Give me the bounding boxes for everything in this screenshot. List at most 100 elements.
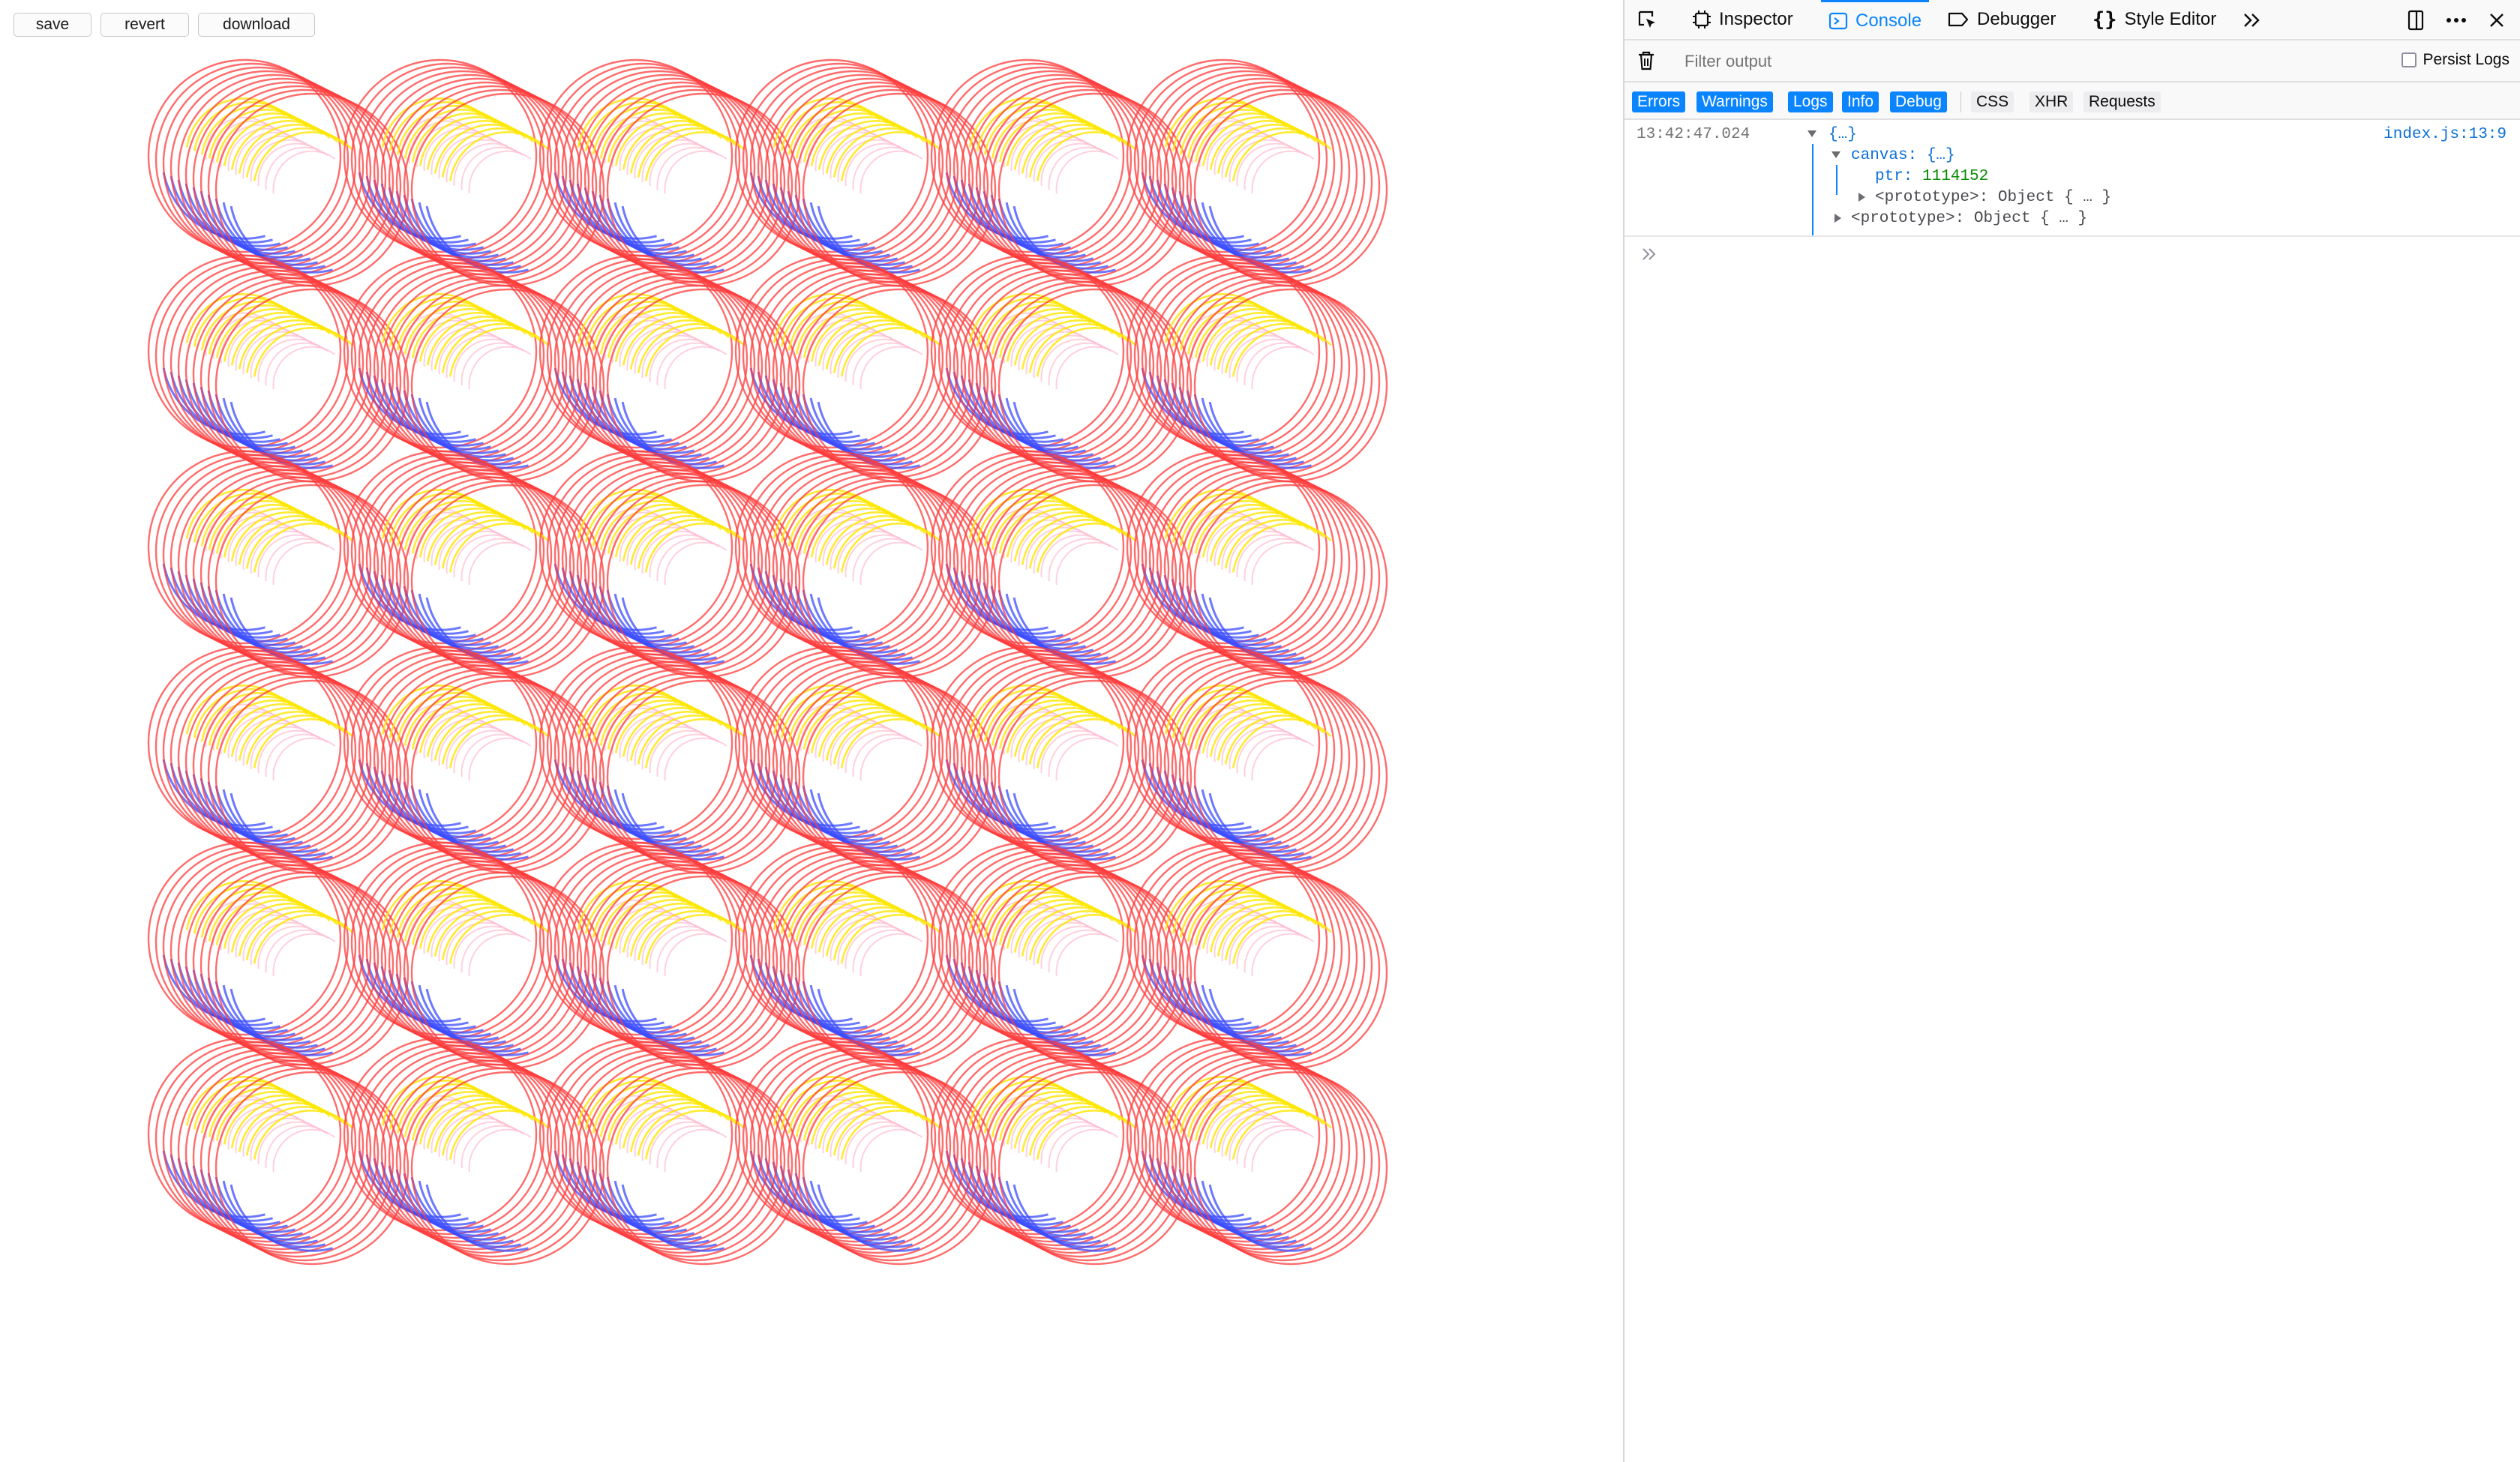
ring-circle (388, 864, 583, 1059)
canvas-prototype-entry[interactable]: <prototype>: Object { … } (1875, 189, 2111, 206)
ring-circle (1148, 70, 1343, 265)
ring-circle (779, 472, 974, 667)
twisty-open-icon (1808, 130, 1816, 138)
ring-circle (576, 77, 771, 272)
tab-inspector[interactable]: Inspector (1684, 0, 1801, 39)
persist-logs-checkbox[interactable] (2402, 52, 2417, 67)
message-divider (1624, 235, 2520, 237)
console-input-prompt[interactable] (1641, 246, 1659, 266)
page-viewport: save revert download (0, 0, 1623, 1462)
ring-circle (1171, 668, 1366, 863)
prototype-value: Object { … } (1973, 210, 2088, 227)
filter-css[interactable]: CSS (1971, 91, 2014, 112)
ring-circle (1163, 1056, 1358, 1251)
ring-circle (184, 664, 380, 859)
filter-output-input[interactable] (1683, 48, 2211, 75)
pink-arc (468, 1128, 532, 1173)
ring-tile (538, 1037, 801, 1266)
ring-circle (576, 860, 771, 1055)
ring-circle (177, 661, 372, 855)
ring-circle (1178, 1063, 1373, 1258)
pink-arc (1055, 933, 1119, 977)
close-icon[interactable] (2484, 7, 2510, 33)
filter-xhr[interactable]: XHR (2030, 91, 2074, 112)
trash-icon[interactable] (1634, 48, 1659, 73)
expand-root-prototype-toggle[interactable] (1834, 211, 1841, 225)
persist-logs-toggle[interactable]: Persist Logs (2402, 51, 2510, 69)
ring-circle (1171, 277, 1366, 472)
ring-tile (734, 58, 997, 287)
more-options-icon[interactable] (2444, 7, 2469, 33)
ring-circle (952, 461, 1148, 656)
filter-logs[interactable]: Logs (1788, 91, 1833, 112)
ring-circle (779, 81, 974, 276)
tree-guide-line (1812, 144, 1814, 237)
ring-circle (772, 77, 967, 272)
ring-circle (373, 269, 568, 464)
ring-circle (365, 1048, 560, 1243)
ring-circle (388, 1059, 583, 1254)
pink-arc (1251, 1128, 1315, 1173)
pink-arc (860, 1128, 923, 1173)
ring-tile (343, 1037, 605, 1266)
pink-arc (272, 150, 336, 194)
filter-debug[interactable]: Debug (1890, 91, 1947, 112)
prompt-chevron-icon (1641, 248, 1659, 265)
pink-arc (860, 150, 923, 194)
pink-arc (860, 933, 923, 977)
ring-circle (192, 1059, 387, 1254)
expand-root-toggle[interactable] (1808, 127, 1816, 141)
ring-tile (147, 841, 410, 1070)
expand-canvas-toggle[interactable] (1832, 148, 1840, 162)
pink-arc (272, 933, 336, 977)
console-icon (1828, 11, 1848, 31)
dock-side-icon[interactable] (2403, 7, 2428, 33)
ring-tile (930, 254, 1192, 483)
canvas-entry[interactable]: canvas: {…} (1851, 147, 1955, 164)
ring-circle (395, 280, 590, 475)
tab-style-editor[interactable]: {} Style Editor (2085, 0, 2224, 39)
ring-circle (591, 85, 786, 280)
ring-circle (975, 1059, 1170, 1254)
ring-circle (395, 476, 590, 671)
tab-debugger[interactable]: Debugger (1940, 0, 2063, 39)
ring-circle (982, 672, 1178, 867)
filter-info[interactable]: Info (1842, 91, 1880, 112)
ring-circle (200, 280, 394, 475)
ring-circle (380, 664, 575, 859)
root-prototype-entry[interactable]: <prototype>: Object { … } (1851, 210, 2087, 227)
log-source-link[interactable]: index.js:13:9 (2384, 126, 2506, 143)
ring-circle (787, 476, 982, 671)
ring-circle (960, 661, 1155, 855)
pink-arc (664, 346, 728, 390)
root-object-preview[interactable]: {…} (1828, 126, 1857, 143)
filter-errors[interactable]: Errors (1632, 91, 1686, 112)
ring-circle (568, 1052, 764, 1247)
pick-element-icon[interactable] (1635, 7, 1660, 33)
ring-circle (170, 1048, 364, 1243)
ring-circle (192, 864, 387, 1059)
ring-circle (968, 860, 1162, 1055)
filter-requests[interactable]: Requests (2084, 91, 2161, 112)
ring-circle (779, 668, 974, 863)
ring-circle (982, 476, 1178, 671)
ring-circle (772, 273, 967, 468)
ring-circle (192, 668, 387, 863)
ring-circle (1178, 672, 1373, 867)
ring-circle (365, 70, 560, 265)
pink-arc (272, 346, 336, 390)
expand-canvas-prototype-toggle[interactable] (1858, 190, 1865, 204)
ring-circle (373, 465, 568, 660)
tab-console[interactable]: Console (1821, 0, 1930, 39)
ring-tile (734, 450, 997, 679)
filter-warnings[interactable]: Warnings (1696, 91, 1773, 112)
ring-circle (373, 1052, 568, 1247)
ring-circle (561, 265, 756, 460)
ring-circle (576, 469, 771, 664)
ring-tile (1126, 58, 1388, 287)
ring-tile (930, 841, 1192, 1070)
ring-circle (388, 81, 583, 276)
pink-arc (664, 737, 728, 781)
ring-circle (764, 465, 959, 660)
more-tabs-chevron-icon[interactable] (2240, 7, 2265, 33)
